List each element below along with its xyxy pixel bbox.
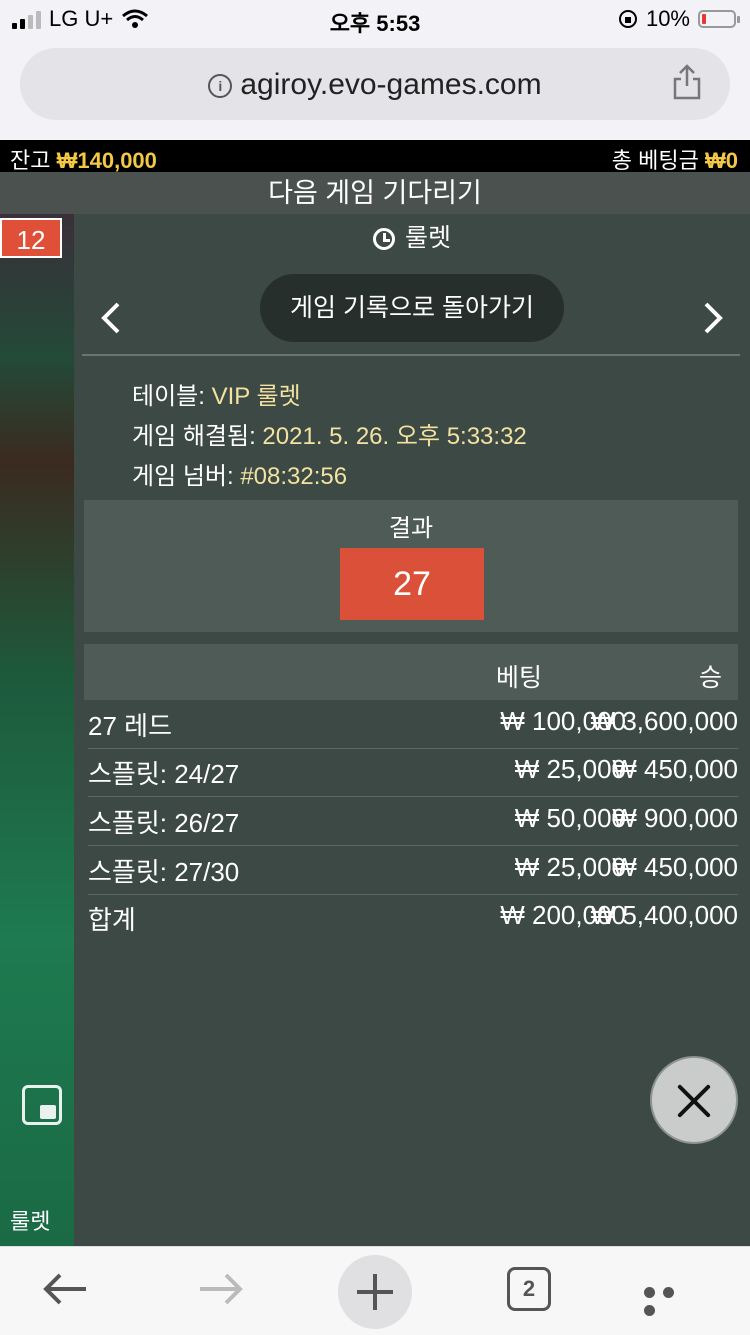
- balance: 잔고 ₩140,000: [10, 143, 157, 175]
- table-row: 27 레드 ₩ 100,000 ₩ 3,600,000: [88, 700, 738, 749]
- win-amount: ₩ 450,000: [612, 754, 738, 784]
- table-row: 스플릿: 27/30 ₩ 25,000 ₩ 450,000: [88, 846, 738, 895]
- more-options-icon[interactable]: [644, 1285, 700, 1316]
- win-amount: ₩ 900,000: [612, 803, 738, 833]
- total-win-amount: ₩ 5,400,000: [590, 900, 738, 930]
- total-bet-value: ₩0: [705, 148, 738, 173]
- meta-label: 게임 넘버:: [132, 463, 234, 490]
- table-row: 스플릿: 24/27 ₩ 25,000 ₩ 450,000: [88, 748, 738, 797]
- total-label: 합계: [88, 905, 136, 935]
- chevron-left-icon[interactable]: [96, 298, 126, 338]
- battery-icon: [698, 10, 740, 28]
- result-section: 결과 27: [84, 500, 738, 632]
- chevron-right-icon[interactable]: [698, 298, 728, 338]
- divider: [82, 354, 740, 356]
- meta-label: 게임 해결됨:: [132, 423, 256, 450]
- result-label: 결과: [388, 515, 434, 542]
- status-bar: LG U+ 오후 5:53 10%: [0, 0, 750, 40]
- picture-in-picture-icon[interactable]: [22, 1085, 62, 1125]
- result-number: 27: [340, 548, 484, 620]
- bets-table-header: 베팅 승: [84, 644, 738, 700]
- game-history-panel: 룰렛 게임 기록으로 돌아가기 테이블: VIP 룰렛 게임 해결됨: 2021…: [74, 214, 750, 1246]
- table-total-row: 합계 ₩ 200,000 ₩ 5,400,000: [88, 894, 738, 942]
- meta-value: 2021. 5. 26. 오후 5:33:32: [262, 423, 527, 450]
- history-icon: [372, 228, 395, 250]
- close-button[interactable]: [650, 1056, 738, 1144]
- meta-resolved: 게임 해결됨: 2021. 5. 26. 오후 5:33:32: [132, 416, 527, 451]
- bet-type: 27 레드: [88, 711, 172, 741]
- last-result-badge: 12: [0, 218, 62, 258]
- total-bet: 총 베팅금 ₩0: [612, 143, 738, 175]
- panel-title: 룰렛: [404, 224, 451, 252]
- game-area: 잔고 ₩140,000 총 베팅금 ₩0 다음 게임 기다리기 12 룰렛 룰렛…: [0, 140, 750, 1246]
- browser-toolbar: 2: [0, 1246, 750, 1335]
- meta-value: VIP 룰렛: [211, 383, 301, 410]
- orientation-lock-icon: [618, 10, 637, 28]
- bet-amount: ₩ 25,000: [514, 754, 626, 784]
- bet-amount: ₩ 25,000: [514, 852, 626, 882]
- meta-game-number: 게임 넘버: #08:32:56: [132, 456, 347, 491]
- browser-address-area: i agiroy.evo-games.com: [0, 40, 750, 140]
- meta-table: 테이블: VIP 룰렛: [132, 376, 301, 411]
- url-text: agiroy.evo-games.com: [240, 68, 542, 101]
- game-status-banner: 다음 게임 기다리기: [0, 172, 750, 214]
- meta-value: #08:32:56: [240, 463, 348, 490]
- bet-type: 스플릿: 26/27: [88, 808, 240, 838]
- total-bet-label: 총 베팅금: [611, 148, 699, 173]
- share-icon[interactable]: [672, 64, 702, 100]
- new-tab-button[interactable]: [338, 1255, 412, 1329]
- table-row: 스플릿: 26/27 ₩ 50,000 ₩ 900,000: [88, 797, 738, 846]
- bet-type: 스플릿: 24/27: [88, 759, 240, 789]
- tabs-button[interactable]: 2: [507, 1267, 551, 1311]
- url-display[interactable]: i agiroy.evo-games.com: [20, 68, 730, 102]
- address-bar[interactable]: i agiroy.evo-games.com: [20, 48, 730, 120]
- win-amount: ₩ 450,000: [612, 852, 738, 882]
- table-name-label: 룰렛: [10, 1209, 51, 1234]
- meta-label: 테이블:: [132, 383, 205, 410]
- info-icon[interactable]: i: [208, 74, 233, 98]
- back-arrow-icon[interactable]: [40, 1267, 90, 1311]
- balance-label: 잔고: [10, 148, 51, 173]
- bet-column-header: 베팅: [495, 664, 542, 692]
- balance-value: ₩140,000: [56, 148, 157, 173]
- bet-type: 스플릿: 27/30: [88, 857, 240, 887]
- status-right: 10%: [618, 6, 740, 32]
- panel-header: 룰렛: [74, 214, 750, 262]
- win-column-header: 승: [698, 664, 722, 692]
- bet-amount: ₩ 50,000: [514, 803, 626, 833]
- balance-bar: 잔고 ₩140,000 총 베팅금 ₩0: [0, 140, 750, 175]
- win-amount: ₩ 3,600,000: [590, 706, 738, 736]
- back-to-history-button[interactable]: 게임 기록으로 돌아가기: [260, 274, 564, 342]
- battery-percent: 10%: [645, 6, 690, 31]
- forward-arrow-icon[interactable]: [196, 1267, 246, 1311]
